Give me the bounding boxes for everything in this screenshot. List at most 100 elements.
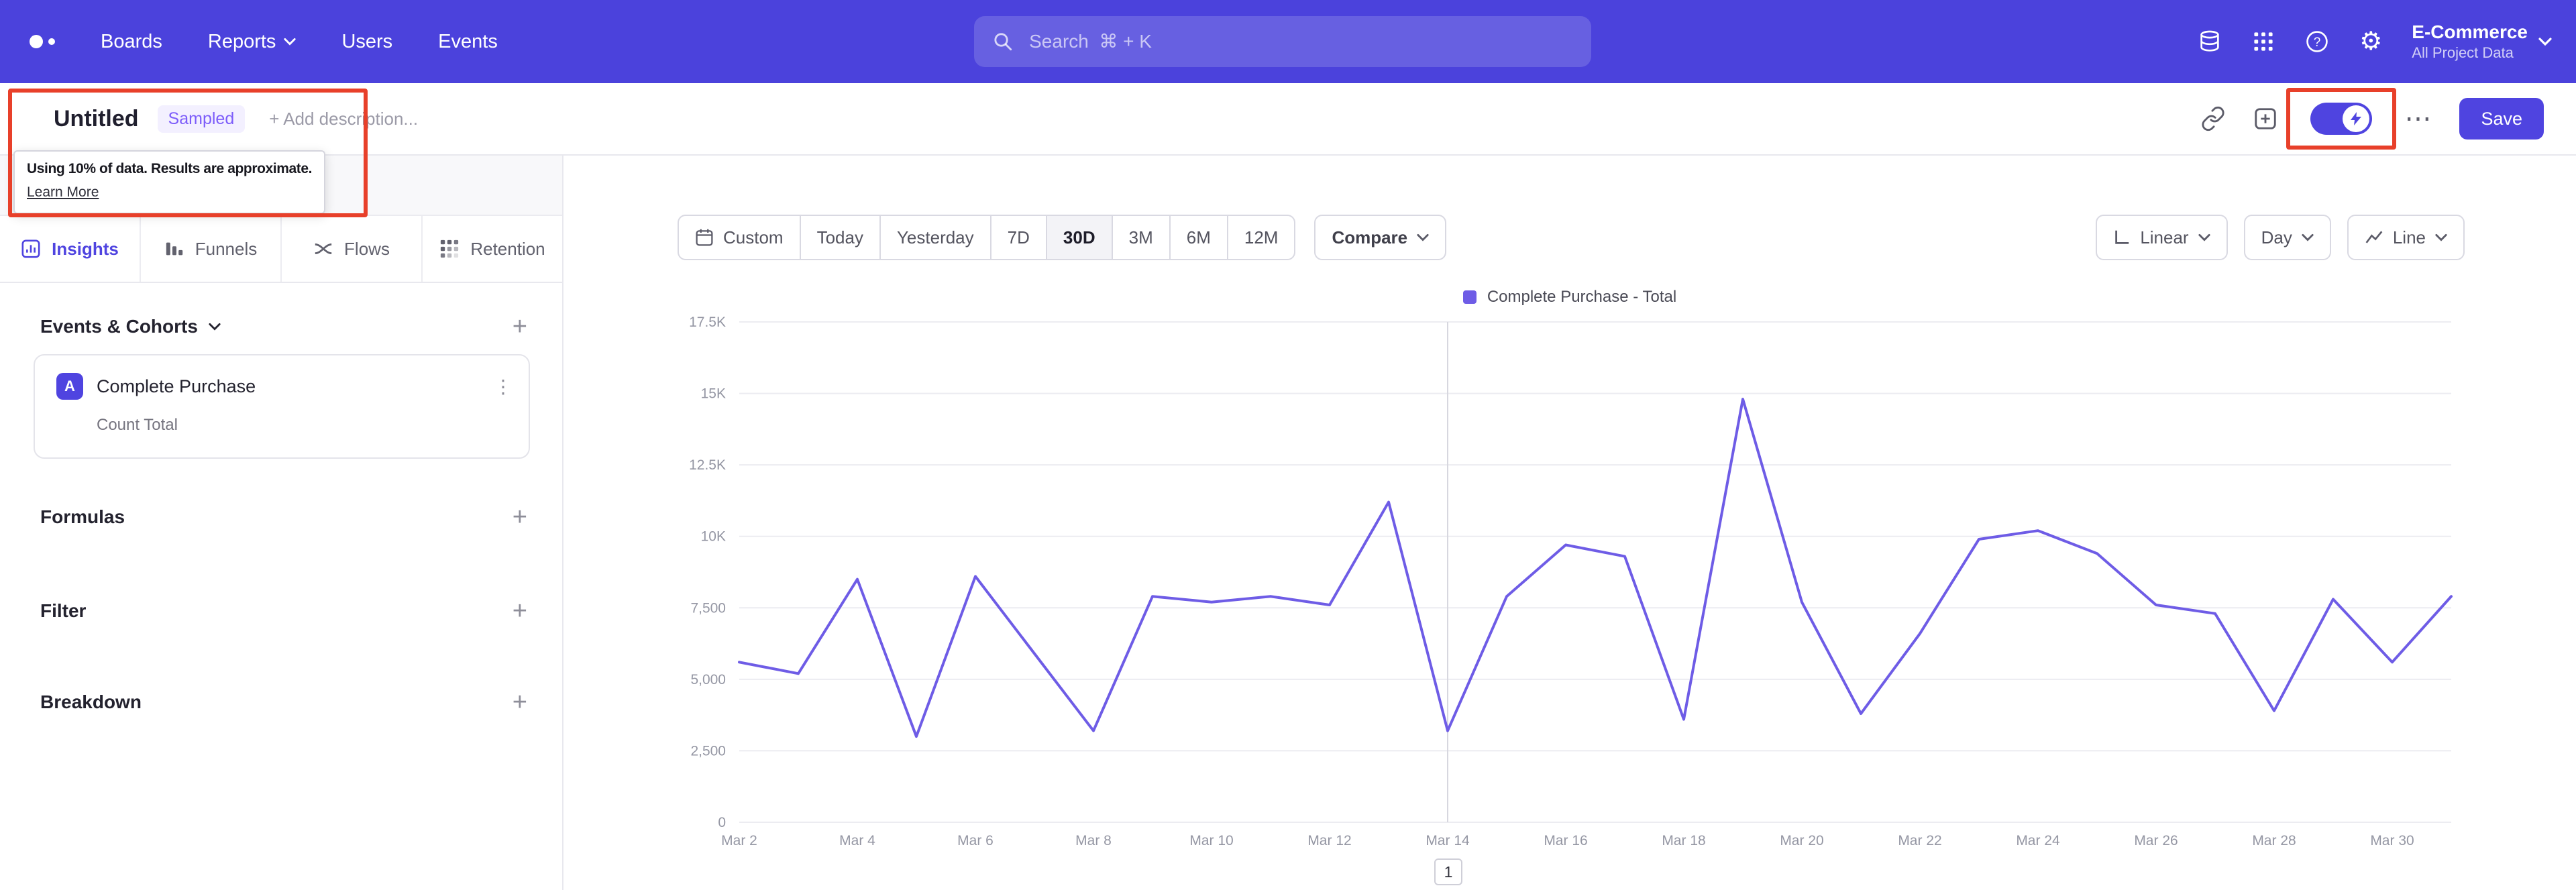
date-range-toolbar: Custom Today Yesterday 7D 30D 3M 6M 12M … — [678, 215, 1447, 260]
apps-grid-icon[interactable] — [2252, 30, 2275, 53]
svg-text:15K: 15K — [701, 386, 726, 402]
scale-label: Linear — [2140, 227, 2189, 247]
svg-text:Mar 10: Mar 10 — [1189, 833, 1233, 848]
search-input[interactable] — [1026, 30, 1572, 54]
add-description[interactable]: + Add description... — [269, 109, 418, 129]
interval-selector[interactable]: Day — [2243, 215, 2331, 260]
add-formula-button[interactable]: + — [513, 504, 527, 530]
add-breakdown-button[interactable]: + — [513, 689, 527, 715]
sampling-tooltip: Using 10% of data. Results are approxima… — [13, 150, 326, 214]
range-7d-button[interactable]: 7D — [989, 215, 1047, 260]
svg-text:Mar 16: Mar 16 — [1544, 833, 1587, 848]
linear-axes-icon — [2115, 230, 2129, 244]
breakdown-label: Breakdown — [40, 691, 142, 712]
query-sidebar: Insights Funnels Flows Retention Events … — [0, 156, 564, 890]
chevron-down-icon — [2435, 233, 2447, 241]
chevron-down-icon — [2538, 38, 2552, 46]
chevron-down-icon — [2198, 233, 2210, 241]
range-today-button[interactable]: Today — [799, 215, 881, 260]
add-event-button[interactable]: + — [513, 314, 527, 339]
svg-text:17.5K: 17.5K — [689, 317, 726, 330]
project-switcher[interactable]: E-Commerce All Project Data — [2412, 21, 2552, 62]
chevron-down-icon — [1417, 233, 1429, 241]
tab-insights[interactable]: Insights — [0, 216, 141, 282]
tab-flows-label: Flows — [344, 238, 390, 259]
svg-text:Mar 28: Mar 28 — [2252, 833, 2296, 848]
svg-text:5,000: 5,000 — [690, 672, 726, 687]
line-chart-icon — [2365, 231, 2383, 243]
save-button[interactable]: Save — [2459, 98, 2544, 140]
svg-text:Mar 20: Mar 20 — [1780, 833, 1823, 848]
event-metric-selector[interactable]: Count Total — [97, 416, 178, 435]
flows-icon — [315, 243, 332, 254]
calendar-icon — [696, 229, 713, 246]
chevron-down-icon — [2302, 233, 2314, 241]
learn-more-link[interactable]: Learn More — [27, 184, 99, 201]
mixpanel-logo[interactable] — [30, 35, 55, 48]
chart-legend: Complete Purchase - Total — [564, 284, 2576, 309]
sampling-toggle[interactable] — [2310, 103, 2373, 135]
nav-item-reports[interactable]: Reports — [208, 31, 297, 53]
range-3m-button[interactable]: 3M — [1111, 215, 1171, 260]
date-range-segmented-control: Custom Today Yesterday 7D 30D 3M 6M 12M — [678, 215, 1296, 260]
svg-text:10K: 10K — [701, 529, 726, 545]
range-yesterday-button[interactable]: Yesterday — [879, 215, 991, 260]
funnels-icon — [166, 242, 182, 256]
copy-link-icon[interactable] — [2200, 106, 2226, 131]
compare-label: Compare — [1332, 227, 1408, 247]
compare-button[interactable]: Compare — [1314, 215, 1447, 260]
pagination-page-button[interactable]: 1 — [1434, 858, 1462, 885]
search-icon — [994, 33, 1012, 51]
tab-retention-label: Retention — [470, 238, 545, 259]
sampled-badge[interactable]: Sampled — [157, 105, 246, 133]
svg-text:Mar 14: Mar 14 — [1426, 833, 1470, 848]
events-cohorts-header[interactable]: Events & Cohorts — [40, 316, 221, 337]
help-icon[interactable]: ? — [2304, 29, 2330, 54]
svg-text:Mar 8: Mar 8 — [1075, 833, 1112, 848]
legend-swatch — [1462, 290, 1477, 304]
event-name[interactable]: Complete Purchase — [97, 376, 480, 397]
formulas-label: Formulas — [40, 506, 125, 527]
search-bar[interactable] — [974, 16, 1591, 67]
add-filter-button[interactable]: + — [513, 598, 527, 624]
svg-text:12.5K: 12.5K — [689, 457, 726, 473]
lightning-bolt-icon — [2351, 112, 2362, 125]
nav-item-users[interactable]: Users — [341, 31, 392, 53]
svg-text:Mar 4: Mar 4 — [839, 833, 875, 848]
insights-chart-svg[interactable]: 0 2,500 5,000 7,500 10K 12.5K 15K 17.5K Mar 2 Mar… — [564, 317, 2576, 861]
custom-date-label: Custom — [723, 227, 784, 247]
scale-selector[interactable]: Linear — [2096, 215, 2228, 260]
tab-funnels-label: Funnels — [195, 238, 258, 259]
range-12m-button[interactable]: 12M — [1226, 215, 1296, 260]
chart-type-selector[interactable]: Line — [2347, 215, 2465, 260]
tab-flows[interactable]: Flows — [282, 216, 423, 282]
event-options-kebab[interactable]: ⋮ — [494, 376, 513, 398]
event-card[interactable]: A Complete Purchase ⋮ Count Total — [34, 354, 530, 459]
legend-item[interactable]: Complete Purchase - Total — [1462, 288, 1677, 307]
legend-label: Complete Purchase - Total — [1487, 288, 1677, 306]
report-header: Untitled Sampled + Add description... ⋯ … — [0, 83, 2576, 156]
tab-retention[interactable]: Retention — [423, 216, 562, 282]
add-to-board-icon[interactable] — [2253, 106, 2278, 131]
report-title[interactable]: Untitled — [54, 106, 139, 132]
report-type-tabs: Insights Funnels Flows Retention — [0, 216, 562, 283]
interval-label: Day — [2261, 227, 2292, 247]
tab-funnels[interactable]: Funnels — [141, 216, 282, 282]
chart-panel: Custom Today Yesterday 7D 30D 3M 6M 12M … — [564, 156, 2576, 890]
data-management-icon[interactable] — [2197, 29, 2222, 54]
nav-item-boards[interactable]: Boards — [101, 31, 162, 53]
filter-row: Filter + — [40, 598, 527, 624]
more-options-button[interactable]: ⋯ — [2404, 105, 2432, 132]
sampling-tooltip-message: Using 10% of data. Results are approxima… — [27, 161, 313, 176]
range-30d-button[interactable]: 30D — [1045, 215, 1113, 260]
settings-gear-icon[interactable]: ⚙ — [2359, 29, 2382, 54]
range-6m-button[interactable]: 6M — [1169, 215, 1228, 260]
events-cohorts-label: Events & Cohorts — [40, 316, 198, 337]
app-window: Boards Reports Users Events ? ⚙ — [0, 0, 2576, 890]
chevron-down-icon — [209, 323, 221, 331]
insights-icon — [21, 239, 40, 258]
svg-text:Mar 22: Mar 22 — [1898, 833, 1941, 848]
breakdown-row: Breakdown + — [40, 689, 527, 715]
custom-date-button[interactable]: Custom — [678, 215, 801, 260]
nav-item-events[interactable]: Events — [438, 31, 498, 53]
